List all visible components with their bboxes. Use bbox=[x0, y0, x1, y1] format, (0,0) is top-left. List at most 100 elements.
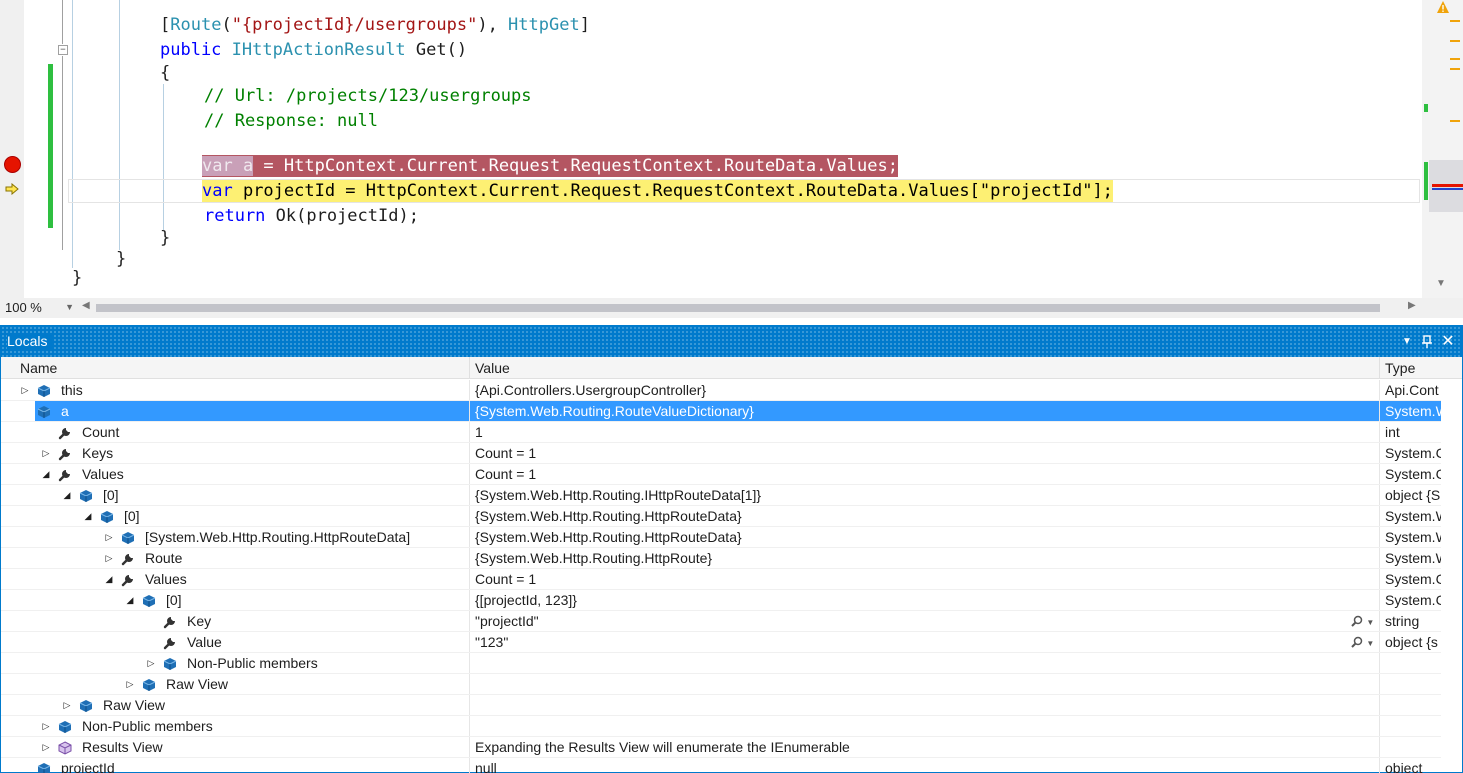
scroll-right-arrow-icon[interactable]: ▶ bbox=[1408, 300, 1416, 311]
collapse-arrow-icon[interactable]: ◢ bbox=[124, 590, 136, 610]
locals-value[interactable] bbox=[469, 653, 1379, 673]
locals-row[interactable]: ◢ [0] {System.Web.Http.Routing.IHttpRouteD… bbox=[1, 485, 1441, 506]
locals-row[interactable]: ◢ Values Count = 1 System.C bbox=[1, 464, 1441, 485]
locals-row[interactable]: ◢ [0] {System.Web.Http.Routing.HttpRouteDa… bbox=[1, 506, 1441, 527]
locals-value[interactable] bbox=[469, 674, 1379, 694]
column-header-type[interactable]: Type bbox=[1382, 357, 1415, 379]
locals-row[interactable]: ▷ Non-Public members bbox=[1, 653, 1441, 674]
locals-value[interactable]: {System.Web.Routing.RouteValueDictionary… bbox=[469, 401, 1379, 421]
locals-name-cell: ◢ [0] bbox=[1, 590, 469, 610]
column-header-value[interactable]: Value bbox=[472, 357, 510, 379]
zoom-value: 100 % bbox=[5, 300, 42, 315]
locals-value[interactable]: {Api.Controllers.UsergroupController} bbox=[469, 380, 1379, 400]
locals-type: System.W bbox=[1379, 548, 1441, 568]
locals-value[interactable]: {System.Web.Http.Routing.HttpRouteData} bbox=[469, 527, 1379, 547]
locals-row[interactable]: ◢ a {System.Web.Routing.RouteValueDictiona… bbox=[1, 401, 1441, 422]
visualizer-magnifier-icon[interactable]: ▼ bbox=[1351, 632, 1379, 652]
object-icon bbox=[37, 761, 51, 773]
locals-value[interactable]: 1 bbox=[469, 422, 1379, 442]
locals-row[interactable]: ▷ Route {System.Web.Http.Routing.HttpRoute… bbox=[1, 548, 1441, 569]
property-wrench-icon bbox=[163, 614, 177, 629]
expand-arrow-icon[interactable]: ▷ bbox=[103, 527, 115, 547]
column-divider[interactable] bbox=[469, 357, 470, 379]
locals-type: string bbox=[1379, 611, 1441, 631]
locals-value[interactable] bbox=[469, 695, 1379, 715]
pin-icon[interactable] bbox=[1417, 326, 1437, 357]
locals-row[interactable]: ▷ Keys Count = 1 System.C bbox=[1, 443, 1441, 464]
horizontal-scrollbar[interactable]: ◀ ▶ bbox=[82, 300, 1422, 316]
window-position-dropdown-icon[interactable]: ▼ bbox=[1397, 326, 1417, 357]
property-wrench-icon bbox=[163, 635, 177, 650]
locals-value[interactable]: {System.Web.Http.Routing.HttpRoute} bbox=[469, 548, 1379, 568]
locals-title-bar[interactable]: Locals ▼ ✕ bbox=[1, 326, 1462, 357]
expand-arrow-icon[interactable]: ▷ bbox=[40, 443, 52, 463]
collapse-arrow-icon[interactable]: ◢ bbox=[19, 401, 31, 421]
object-icon bbox=[163, 656, 177, 670]
column-header-name[interactable]: Name bbox=[17, 357, 57, 379]
locals-row[interactable]: ▷ [System.Web.Http.Routing.HttpRouteData]… bbox=[1, 527, 1441, 548]
locals-row[interactable]: ▷ Raw View bbox=[1, 674, 1441, 695]
locals-value[interactable]: {System.Web.Http.Routing.IHttpRouteData[… bbox=[469, 485, 1379, 505]
horizontal-scroll-thumb[interactable] bbox=[96, 304, 1380, 312]
collapse-arrow-icon[interactable]: ◢ bbox=[61, 485, 73, 505]
locals-grid-header: Name Value Type bbox=[1, 357, 1462, 379]
locals-name: Results View bbox=[82, 739, 163, 755]
code-line-comment: // Url: /projects/123/usergroups bbox=[204, 86, 532, 106]
locals-name: [System.Web.Http.Routing.HttpRouteData] bbox=[145, 529, 411, 545]
expand-arrow-icon[interactable]: ▷ bbox=[61, 695, 73, 715]
expand-arrow-icon[interactable]: ▷ bbox=[124, 674, 136, 694]
locals-name: Keys bbox=[82, 445, 114, 461]
locals-name-cell: Key bbox=[1, 611, 469, 631]
locals-name-cell: ▷ [System.Web.Http.Routing.HttpRouteData] bbox=[1, 527, 469, 547]
locals-value[interactable]: "projectId" bbox=[469, 611, 1379, 631]
locals-row[interactable]: ◢ Values Count = 1 System.C bbox=[1, 569, 1441, 590]
breakpoint-margin[interactable] bbox=[0, 0, 24, 298]
collapse-arrow-icon[interactable]: ◢ bbox=[103, 569, 115, 589]
locals-value[interactable]: "123" bbox=[469, 632, 1379, 652]
warning-marker bbox=[1450, 58, 1460, 60]
locals-row[interactable]: projectId null object bbox=[1, 758, 1441, 773]
locals-row[interactable]: Key "projectId" ▼ string bbox=[1, 611, 1441, 632]
locals-value[interactable]: Count = 1 bbox=[469, 443, 1379, 463]
locals-row[interactable]: ▷ this {Api.Controllers.UsergroupControlle… bbox=[1, 380, 1441, 401]
locals-name: Non-Public members bbox=[82, 718, 213, 734]
locals-row[interactable]: ▷ Raw View bbox=[1, 695, 1441, 716]
column-divider[interactable] bbox=[1379, 357, 1380, 379]
visualizer-magnifier-icon[interactable]: ▼ bbox=[1351, 611, 1379, 631]
collapse-toggle[interactable]: − bbox=[58, 45, 68, 55]
zoom-dropdown[interactable]: 100 % ▼ bbox=[2, 299, 76, 317]
expand-arrow-icon[interactable]: ▷ bbox=[19, 380, 31, 400]
locals-name: a bbox=[61, 403, 69, 419]
locals-value[interactable]: Expanding the Results View will enumerat… bbox=[469, 737, 1379, 757]
collapse-arrow-icon[interactable]: ◢ bbox=[40, 464, 52, 484]
locals-row[interactable]: Value "123" ▼ object {s bbox=[1, 632, 1441, 653]
locals-row[interactable]: ◢ [0] {[projectId, 123]} System.C bbox=[1, 590, 1441, 611]
object-icon bbox=[58, 719, 72, 733]
close-icon[interactable]: ✕ bbox=[1438, 326, 1458, 357]
warning-marker bbox=[1450, 20, 1460, 22]
vertical-scrollbar-overview[interactable]: ▼ bbox=[1422, 0, 1463, 298]
expand-arrow-icon[interactable]: ▷ bbox=[40, 716, 52, 736]
scroll-down-arrow-icon[interactable]: ▼ bbox=[1436, 278, 1446, 289]
collapse-arrow-icon[interactable]: ◢ bbox=[82, 506, 94, 526]
editor-status-bar: 100 % ▼ ◀ ▶ bbox=[0, 298, 1463, 318]
breakpoint-icon[interactable] bbox=[4, 156, 21, 173]
locals-row[interactable]: Count 1 int bbox=[1, 422, 1441, 443]
locals-name-cell: ▷ Raw View bbox=[1, 695, 469, 715]
object-icon bbox=[79, 698, 93, 712]
locals-type: int bbox=[1379, 422, 1441, 442]
expand-arrow-icon[interactable]: ▷ bbox=[145, 653, 157, 673]
locals-value[interactable]: Count = 1 bbox=[469, 464, 1379, 484]
locals-value[interactable]: null bbox=[469, 758, 1379, 773]
locals-value[interactable] bbox=[469, 716, 1379, 736]
locals-value[interactable]: Count = 1 bbox=[469, 569, 1379, 589]
expand-arrow-icon[interactable]: ▷ bbox=[103, 548, 115, 568]
locals-row[interactable]: ▷ Results View Expanding the Results View … bbox=[1, 737, 1441, 758]
locals-value[interactable]: {System.Web.Http.Routing.HttpRouteData} bbox=[469, 506, 1379, 526]
locals-row[interactable]: ▷ Non-Public members bbox=[1, 716, 1441, 737]
locals-name-cell: Count bbox=[1, 422, 469, 442]
code-editor[interactable]: − [Route("{projectId}/usergroups"), Http… bbox=[0, 0, 1463, 298]
scroll-left-arrow-icon[interactable]: ◀ bbox=[82, 300, 90, 311]
expand-arrow-icon[interactable]: ▷ bbox=[40, 737, 52, 757]
locals-value[interactable]: {[projectId, 123]} bbox=[469, 590, 1379, 610]
